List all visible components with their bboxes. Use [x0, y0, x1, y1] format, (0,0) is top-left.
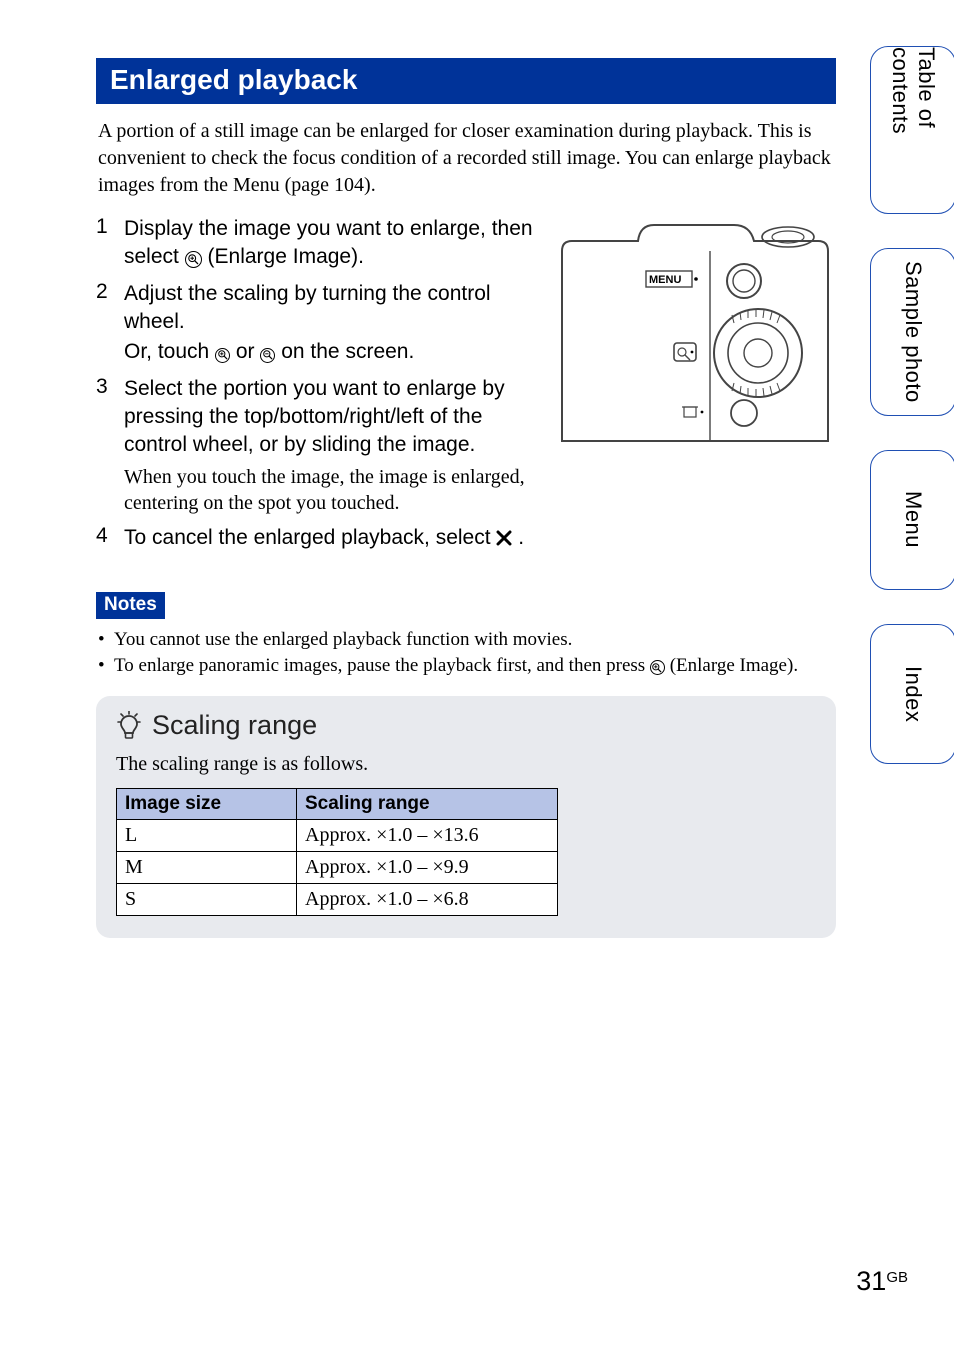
note-item: To enlarge panoramic images, pause the p…: [98, 653, 836, 679]
tab-label: Table of contents: [887, 47, 939, 213]
step-text: pressing the top/bottom/right/left of th…: [124, 405, 482, 428]
note-text: (Enlarge Image).: [665, 655, 798, 676]
table-cell: Approx. ×1.0 – ×6.8: [297, 884, 558, 916]
zoom-out-icon: [260, 348, 275, 363]
step-note: When you touch the image, the image is e…: [124, 464, 536, 516]
tip-lead: The scaling range is as follows.: [116, 753, 816, 776]
side-tabs: Table of contents Sample photo Menu Inde…: [870, 46, 954, 764]
close-icon: [496, 526, 512, 554]
page-number-value: 31: [856, 1266, 886, 1296]
note-item: You cannot use the enlarged playback fun…: [98, 627, 836, 653]
step-number: 1: [96, 215, 114, 272]
step-number: 2: [96, 280, 114, 367]
step-subtext: Or, touch: [124, 340, 215, 363]
step-number: 3: [96, 375, 114, 516]
step-subtext: or: [230, 340, 260, 363]
table-header: Image size: [117, 789, 297, 820]
step-text: (Enlarge Image).: [202, 245, 364, 268]
step-text: wheel.: [124, 310, 185, 333]
tab-label: Index: [900, 666, 926, 722]
step-3: 3 Select the portion you want to enlarge…: [96, 375, 536, 516]
table-cell: M: [117, 852, 297, 884]
step-text: control wheel, or by sliding the image.: [124, 433, 475, 456]
table-cell: L: [117, 820, 297, 852]
menu-label: MENU: [649, 274, 681, 286]
table-cell: Approx. ×1.0 – ×9.9: [297, 852, 558, 884]
tip-box: Scaling range The scaling range is as fo…: [96, 696, 836, 938]
table-row: L Approx. ×1.0 – ×13.6: [117, 820, 558, 852]
notes-heading: Notes: [96, 592, 165, 619]
steps-list: 1 Display the image you want to enlarge,…: [96, 215, 536, 562]
table-cell: Approx. ×1.0 – ×13.6: [297, 820, 558, 852]
tab-table-of-contents[interactable]: Table of contents: [870, 46, 954, 214]
tip-title: Scaling range: [152, 710, 317, 741]
zoom-in-icon: [650, 660, 665, 675]
intro-paragraph: A portion of a still image can be enlarg…: [96, 118, 836, 199]
tab-index[interactable]: Index: [870, 624, 954, 764]
camera-illustration: MENU: [554, 215, 836, 447]
step-1: 1 Display the image you want to enlarge,…: [96, 215, 536, 272]
step-text: .: [512, 526, 524, 549]
step-number: 4: [96, 524, 114, 554]
tab-menu[interactable]: Menu: [870, 450, 954, 590]
note-text: To enlarge panoramic images, pause the p…: [114, 655, 650, 676]
tab-sample-photo[interactable]: Sample photo: [870, 248, 954, 416]
page-number: 31GB: [856, 1266, 908, 1297]
step-subtext: on the screen.: [275, 340, 414, 363]
lightbulb-icon: [116, 711, 142, 741]
table-cell: S: [117, 884, 297, 916]
scaling-range-table: Image size Scaling range L Approx. ×1.0 …: [116, 788, 558, 916]
step-text: Adjust the scaling by turning the contro…: [124, 282, 491, 305]
table-header: Scaling range: [297, 789, 558, 820]
step-text: Select the portion you want to enlarge b…: [124, 377, 505, 400]
tab-label: Menu: [900, 491, 926, 548]
notes-list: You cannot use the enlarged playback fun…: [96, 627, 836, 678]
zoom-in-icon: [215, 348, 230, 363]
zoom-in-icon: [185, 251, 202, 268]
step-text: To cancel the enlarged playback, select: [124, 526, 496, 549]
table-row: S Approx. ×1.0 – ×6.8: [117, 884, 558, 916]
step-text: Display the image you want to enlarge, t…: [124, 217, 533, 240]
step-4: 4 To cancel the enlarged playback, selec…: [96, 524, 536, 554]
step-2: 2 Adjust the scaling by turning the cont…: [96, 280, 536, 367]
page-number-suffix: GB: [886, 1269, 908, 1286]
step-text: select: [124, 245, 185, 268]
table-row: M Approx. ×1.0 – ×9.9: [117, 852, 558, 884]
tip-heading: Scaling range: [116, 710, 816, 741]
section-heading: Enlarged playback: [96, 58, 836, 104]
tab-label: Sample photo: [900, 261, 926, 403]
